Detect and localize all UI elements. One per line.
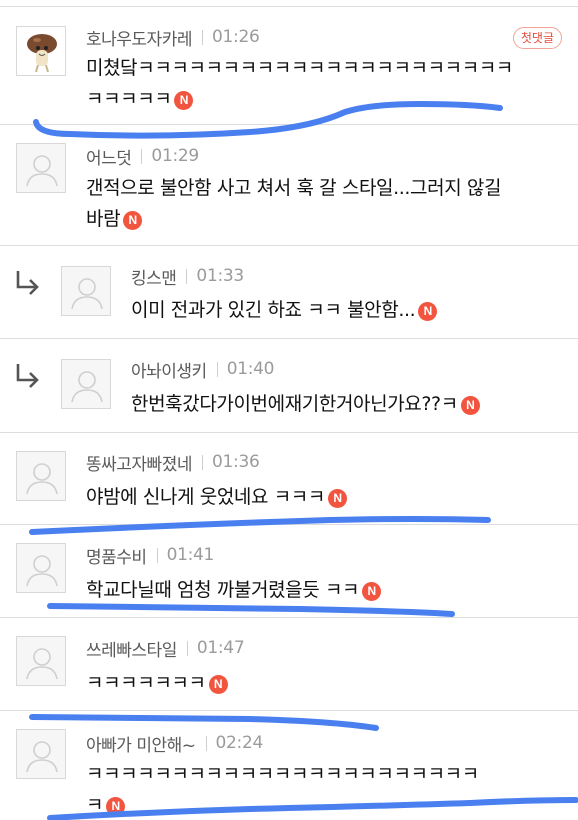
avatar[interactable] [61, 359, 111, 409]
comment-meta: 명품수비 01:41 [86, 543, 215, 568]
meta-separator [205, 735, 207, 751]
new-badge-icon: N [362, 582, 382, 601]
meta-separator [201, 29, 203, 45]
comment-meta: 아놔이생키 01:40 [131, 357, 275, 382]
comment-meta: 킹스맨 01:33 [131, 264, 244, 289]
avatar[interactable] [16, 26, 66, 76]
comment-text-line-end: 한번훅갔다가이번에재기한거아닌가요??ㅋ [131, 393, 458, 415]
comment-text-line-end: 이미 전과가 있긴 하죠 ㅋㅋ 불안함... [131, 299, 416, 321]
meta-separator [186, 640, 188, 656]
comment-text-line-end: ㅋㅋㅋㅋㅋㅋㅋ [86, 672, 206, 694]
comment-author[interactable]: 똥싸고자빠졌네 [86, 450, 192, 475]
comment-item: 쓰레빠스타일 01:47 ㅋㅋㅋㅋㅋㅋㅋ N [0, 617, 578, 710]
new-badge-icon: N [106, 797, 126, 816]
comment-time: 01:29 [151, 146, 199, 166]
meta-separator [186, 268, 188, 284]
comment-item: 호나우도자카레 01:26 첫댓글 미쳤닼ㅋㅋㅋㅋㅋㅋㅋㅋㅋㅋㅋㅋㅋㅋㅋㅋㅋㅋㅋ… [0, 6, 578, 124]
avatar[interactable] [16, 543, 66, 593]
comment-item: 똥싸고자빠졌네 01:36 야밤에 신나게 웃었네요 ㅋㅋㅋ N [0, 432, 578, 524]
comment-text: 야밤에 신나게 웃었네요 ㅋㅋㅋ N [86, 482, 347, 513]
avatar[interactable] [16, 729, 66, 779]
reply-arrow-icon [16, 271, 39, 295]
new-badge-icon: N [460, 396, 480, 415]
mushroom-character-icon [27, 34, 57, 73]
comment-author[interactable]: 쓰레빠스타일 [86, 636, 177, 661]
comment-item: 어느덧 01:29 갠적으로 불안함 사고 쳐서 훅 갈 스타일...그러지 않… [0, 124, 578, 245]
comment-meta: 쓰레빠스타일 01:47 [86, 636, 245, 661]
comment-text-line: 바람 N [86, 204, 501, 235]
comment-time: 01:33 [196, 266, 244, 286]
comment-text-line-end: ㅋ [86, 794, 104, 816]
meta-separator [201, 454, 203, 470]
comment-text: 이미 전과가 있긴 하죠 ㅋㅋ 불안함... N [131, 295, 438, 326]
comment-meta: 호나우도자카레 01:26 [86, 25, 260, 50]
default-profile-icon [26, 155, 58, 187]
comment-text-line: ㅋㅋㅋㅋㅋㅋㅋㅋㅋㅋㅋㅋㅋㅋㅋㅋㅋㅋㅋㅋㅋㅋㅋ [86, 763, 479, 785]
comment-text-line-end: ㅋㅋㅋㅋㅋ [86, 88, 172, 110]
comment-time: 02:24 [215, 733, 264, 753]
comment-author[interactable]: 아빠가 미안해~ [86, 731, 196, 756]
comment-author[interactable]: 명품수비 [86, 543, 147, 568]
comment-text: ㅋㅋㅋㅋㅋㅋㅋㅋㅋㅋㅋㅋㅋㅋㅋㅋㅋㅋㅋㅋㅋㅋㅋ ㅋN [86, 759, 479, 820]
default-profile-icon [71, 371, 103, 403]
comment-text: 한번훅갔다가이번에재기한거아닌가요??ㅋ N [131, 389, 480, 420]
default-profile-icon [26, 555, 58, 587]
comment-meta: 똥싸고자빠졌네 01:36 [86, 450, 260, 475]
new-badge-icon: N [123, 211, 143, 230]
meta-separator [156, 547, 158, 563]
comment-text-line: 학교다닐때 엄청 까불거렸을듯 ㅋㅋ N [86, 575, 382, 606]
avatar[interactable] [61, 266, 111, 316]
default-profile-icon [26, 463, 58, 495]
comment-text-line: ㅋㅋㅋㅋㅋ N [86, 84, 513, 115]
comment-item: 명품수비 01:41 학교다닐때 엄청 까불거렸을듯 ㅋㅋ N [0, 524, 578, 617]
default-profile-icon [26, 648, 58, 680]
comment-text-line: 야밤에 신나게 웃었네요 ㅋㅋㅋ N [86, 482, 347, 513]
default-profile-icon [26, 741, 58, 773]
reply-item: 킹스맨 01:33 이미 전과가 있긴 하죠 ㅋㅋ 불안함... N [0, 245, 578, 338]
meta-separator [141, 148, 143, 164]
comment-text: 갠적으로 불안함 사고 쳐서 훅 갈 스타일...그러지 않길 바람 N [86, 173, 501, 235]
comment-time: 01:26 [211, 27, 260, 47]
comment-meta: 어느덧 01:29 [86, 144, 199, 169]
meta-separator [216, 361, 218, 377]
default-profile-icon [71, 278, 103, 310]
reply-arrow-icon [16, 364, 39, 388]
comment-text: 미쳤닼ㅋㅋㅋㅋㅋㅋㅋㅋㅋㅋㅋㅋㅋㅋㅋㅋㅋㅋㅋㅋㅋㅋ ㅋㅋㅋㅋㅋ N [86, 53, 513, 115]
comment-author[interactable]: 어느덧 [86, 144, 132, 169]
comment-text-line: 이미 전과가 있긴 하죠 ㅋㅋ 불안함... N [131, 295, 438, 326]
avatar[interactable] [16, 451, 66, 501]
comment-text: 학교다닐때 엄청 까불거렸을듯 ㅋㅋ N [86, 575, 382, 606]
comment-text-line: ㅋN [86, 790, 479, 820]
comment-meta: 아빠가 미안해~ 02:24 [86, 731, 264, 756]
comment-text-line: 한번훅갔다가이번에재기한거아닌가요??ㅋ N [131, 389, 480, 420]
comment-text-line: 미쳤닼ㅋㅋㅋㅋㅋㅋㅋㅋㅋㅋㅋㅋㅋㅋㅋㅋㅋㅋㅋㅋㅋㅋ [86, 57, 514, 79]
comment-time: 01:47 [196, 638, 245, 658]
reply-item: 아놔이생키 01:40 한번훅갔다가이번에재기한거아닌가요??ㅋ N [0, 338, 578, 432]
comment-text-line: ㅋㅋㅋㅋㅋㅋㅋ N [86, 668, 228, 699]
comment-text-line-end: 학교다닐때 엄청 까불거렸을듯 ㅋㅋ [86, 579, 360, 601]
comment-text-line-end: 야밤에 신나게 웃었네요 ㅋㅋㅋ [86, 486, 325, 508]
avatar[interactable] [16, 143, 66, 193]
comment-text-line-end: 바람 [86, 208, 121, 230]
avatar[interactable] [16, 636, 66, 686]
new-badge-icon: N [208, 675, 228, 694]
new-badge-icon: N [418, 302, 438, 321]
comment-author[interactable]: 킹스맨 [131, 264, 177, 289]
comment-text-line: 갠적으로 불안함 사고 쳐서 훅 갈 스타일...그러지 않길 [86, 177, 502, 199]
first-comment-badge: 첫댓글 [512, 27, 562, 49]
new-badge-icon: N [327, 489, 347, 508]
comment-text: ㅋㅋㅋㅋㅋㅋㅋ N [86, 668, 228, 699]
comment-author[interactable]: 아놔이생키 [131, 357, 207, 382]
comment-item: 아빠가 미안해~ 02:24 ㅋㅋㅋㅋㅋㅋㅋㅋㅋㅋㅋㅋㅋㅋㅋㅋㅋㅋㅋㅋㅋㅋㅋ ㅋ… [0, 710, 578, 820]
comment-time: 01:40 [226, 359, 275, 379]
comment-time: 01:36 [211, 452, 260, 472]
comment-time: 01:41 [166, 545, 215, 565]
new-badge-icon: N [174, 91, 194, 110]
comment-author[interactable]: 호나우도자카레 [86, 25, 192, 50]
